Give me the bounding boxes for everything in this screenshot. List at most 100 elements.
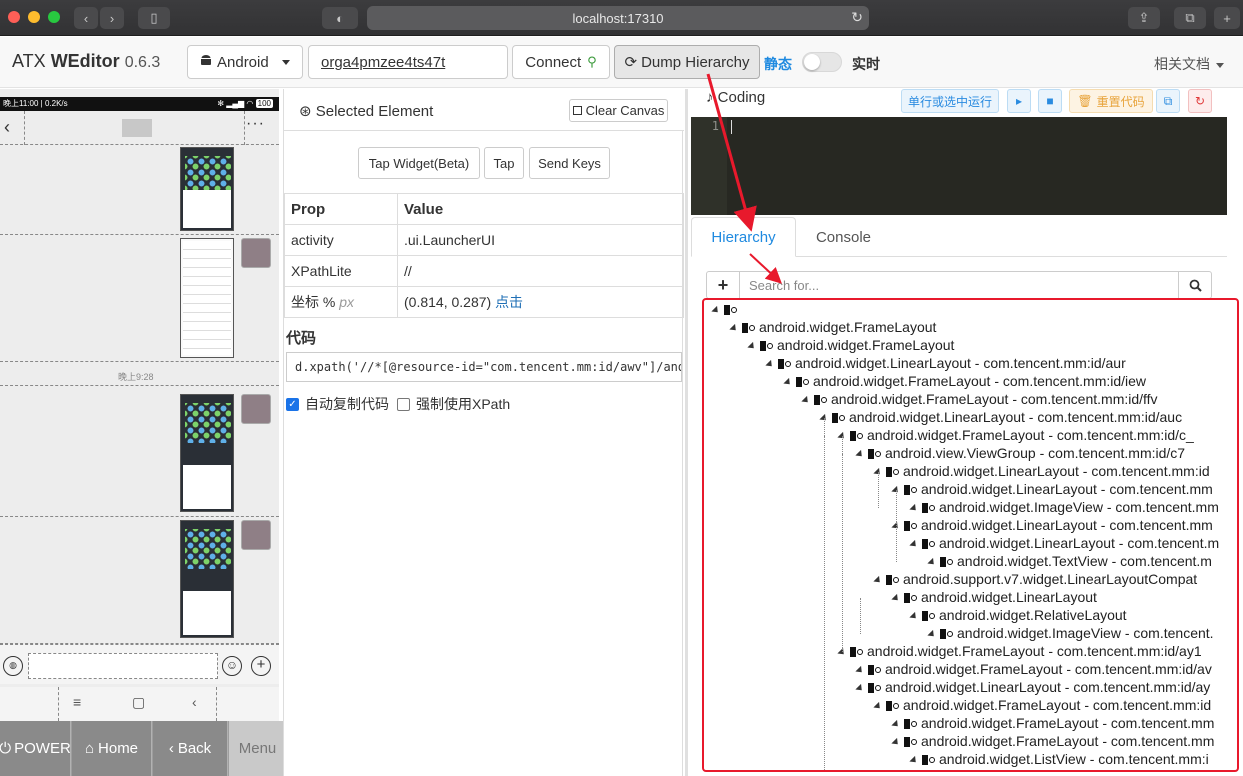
expand-toggle-icon[interactable] xyxy=(855,683,865,693)
tree-node[interactable]: android.widget.LinearLayout - com.tencen… xyxy=(891,516,1213,534)
expand-toggle-icon[interactable] xyxy=(873,701,883,711)
browser-back-icon[interactable]: ‹ xyxy=(74,7,98,29)
tree-node[interactable]: android.widget.FrameLayout - com.tencent… xyxy=(891,732,1214,750)
tree-node[interactable]: android.widget.FrameLayout - com.tencent… xyxy=(801,390,1158,408)
close-window-icon[interactable] xyxy=(8,11,20,23)
xpath-code-field[interactable]: d.xpath('//*[@resource-id="com.tencent.m… xyxy=(286,352,682,382)
tree-node[interactable]: android.widget.LinearLayout xyxy=(891,588,1097,606)
auto-copy-checkbox[interactable]: ✓ xyxy=(286,397,299,411)
expand-toggle-icon[interactable] xyxy=(855,665,865,675)
search-icon[interactable] xyxy=(1178,272,1211,298)
message-image[interactable] xyxy=(180,520,234,638)
tree-node[interactable]: android.widget.LinearLayout - com.tencen… xyxy=(873,462,1210,480)
tree-node[interactable] xyxy=(711,300,741,318)
tree-node[interactable]: android.widget.FrameLayout - com.tencent… xyxy=(891,714,1214,732)
sender-avatar[interactable] xyxy=(241,520,271,550)
chevron-left-icon[interactable]: ‹ xyxy=(4,117,10,138)
tap-button[interactable]: Tap xyxy=(484,147,524,179)
expand-toggle-icon[interactable] xyxy=(891,737,901,747)
expand-toggle-icon[interactable] xyxy=(891,719,901,729)
more-icon[interactable]: ··· xyxy=(246,115,265,133)
back-button[interactable]: ‹ Back xyxy=(153,721,228,776)
hierarchy-search-input[interactable] xyxy=(749,276,1169,294)
tree-node[interactable]: android.view.ViewGroup - com.tencent.mm:… xyxy=(855,444,1185,462)
reload-icon[interactable]: ↻ xyxy=(851,9,863,26)
browser-forward-icon[interactable]: › xyxy=(100,7,124,29)
device-serial-input[interactable]: orga4pmzee4ts47t xyxy=(308,45,508,79)
tree-node[interactable]: android.widget.FrameLayout - com.tencent… xyxy=(855,660,1212,678)
realtime-toggle[interactable] xyxy=(802,52,842,72)
tree-node[interactable]: android.widget.ImageView - com.tencent.m… xyxy=(909,498,1219,516)
power-button[interactable]: ⏻ POWER xyxy=(0,721,71,776)
tap-widget-button[interactable]: Tap Widget(Beta) xyxy=(358,147,480,179)
expand-toggle-icon[interactable] xyxy=(855,449,865,459)
address-bar[interactable]: localhost:17310 ↻ xyxy=(367,6,869,30)
tree-node[interactable]: android.widget.FrameLayout xyxy=(729,318,936,336)
plus-icon[interactable]: + xyxy=(251,656,271,676)
home-button[interactable]: ⌂ Home xyxy=(72,721,152,776)
expand-toggle-icon[interactable] xyxy=(801,395,811,405)
voice-icon[interactable]: ◍ xyxy=(3,656,23,676)
sidebar-toggle-icon[interactable]: ▯ xyxy=(138,7,170,29)
reader-mode-icon[interactable]: ◐ xyxy=(322,7,358,29)
tree-node[interactable]: android.widget.LinearLayout - com.tencen… xyxy=(891,480,1213,498)
tab-hierarchy[interactable]: Hierarchy xyxy=(691,217,796,257)
expand-toggle-icon[interactable] xyxy=(909,503,919,513)
tree-node[interactable]: android.widget.FrameLayout - com.tencent… xyxy=(873,696,1211,714)
expand-toggle-icon[interactable] xyxy=(765,359,775,369)
tree-node[interactable]: android.widget.FrameLayout - com.tencent… xyxy=(837,426,1194,444)
stop-icon[interactable]: ■ xyxy=(1038,89,1062,113)
tabs-overview-icon[interactable]: ⧉ xyxy=(1174,7,1206,29)
copy-icon[interactable]: ⧉ xyxy=(1156,89,1180,113)
dump-hierarchy-button[interactable]: ⟳ Dump Hierarchy xyxy=(614,45,760,79)
expand-toggle-icon[interactable] xyxy=(909,611,919,621)
menu-icon[interactable]: ≡ xyxy=(73,694,81,710)
maximize-window-icon[interactable] xyxy=(48,11,60,23)
force-xpath-checkbox[interactable] xyxy=(397,397,410,411)
tree-node[interactable]: android.widget.LinearLayout - com.tencen… xyxy=(909,534,1219,552)
sender-avatar[interactable] xyxy=(241,238,271,268)
home-icon[interactable]: ▢ xyxy=(132,694,145,711)
expand-toggle-icon[interactable] xyxy=(729,323,739,333)
plus-icon[interactable]: + xyxy=(707,272,740,298)
chat-title-bar[interactable]: ‹ ··· xyxy=(0,111,279,145)
expand-toggle-icon[interactable] xyxy=(747,341,757,351)
device-screen[interactable]: 晚上11:00 | 0.2K/s ✻ ▂▄▆ ◠ 100 ‹ ··· 晚上9:2… xyxy=(0,89,279,776)
new-tab-icon[interactable]: + xyxy=(1214,7,1240,29)
expand-toggle-icon[interactable] xyxy=(711,305,721,315)
tree-node[interactable]: android.widget.FrameLayout xyxy=(747,336,954,354)
tree-node[interactable]: android.widget.TextView - com.tencent.m xyxy=(927,552,1212,570)
expand-toggle-icon[interactable] xyxy=(783,377,793,387)
realtime-mode-label[interactable]: 实时 xyxy=(852,54,880,74)
emoji-icon[interactable]: ☺ xyxy=(222,656,242,676)
connect-button[interactable]: Connect ⚲ xyxy=(512,45,610,79)
click-coord-link[interactable]: 点击 xyxy=(495,294,523,310)
expand-toggle-icon[interactable] xyxy=(909,539,919,549)
message-image[interactable] xyxy=(180,394,234,512)
send-keys-button[interactable]: Send Keys xyxy=(529,147,610,179)
code-editor[interactable]: 1 xyxy=(691,117,1227,215)
docs-menu[interactable]: 相关文档 xyxy=(1154,54,1224,74)
back-icon[interactable]: ‹ xyxy=(192,694,197,710)
tree-node[interactable]: android.widget.LinearLayout - com.tencen… xyxy=(765,354,1126,372)
static-mode-label[interactable]: 静态 xyxy=(764,54,792,74)
tree-node[interactable]: android.widget.RelativeLayout xyxy=(909,606,1127,624)
expand-toggle-icon[interactable] xyxy=(873,575,883,585)
tree-node[interactable]: android.widget.FrameLayout - com.tencent… xyxy=(837,642,1202,660)
clear-canvas-button[interactable]: Clear Canvas xyxy=(569,99,668,122)
tree-node[interactable]: android.widget.FrameLayout - com.tencent… xyxy=(783,372,1146,390)
tree-node[interactable]: android.widget.LinearLayout - com.tencen… xyxy=(819,408,1182,426)
share-icon[interactable]: ⇪ xyxy=(1128,7,1160,29)
message-image[interactable] xyxy=(180,147,234,231)
expand-toggle-icon[interactable] xyxy=(891,593,901,603)
run-selection-button[interactable]: 单行或选中运行 xyxy=(901,89,999,113)
expand-toggle-icon[interactable] xyxy=(927,557,937,567)
tree-node[interactable]: android.support.v7.widget.LinearLayoutCo… xyxy=(873,570,1197,588)
expand-toggle-icon[interactable] xyxy=(927,629,937,639)
sender-avatar[interactable] xyxy=(241,394,271,424)
message-image[interactable] xyxy=(180,238,234,358)
tree-node[interactable]: android.widget.ImageView - com.tencent. xyxy=(927,624,1214,642)
play-icon[interactable]: ▸ xyxy=(1007,89,1031,113)
platform-select[interactable]: Android xyxy=(187,45,303,79)
reset-code-button[interactable]: 🗑 重置代码 xyxy=(1069,89,1153,113)
